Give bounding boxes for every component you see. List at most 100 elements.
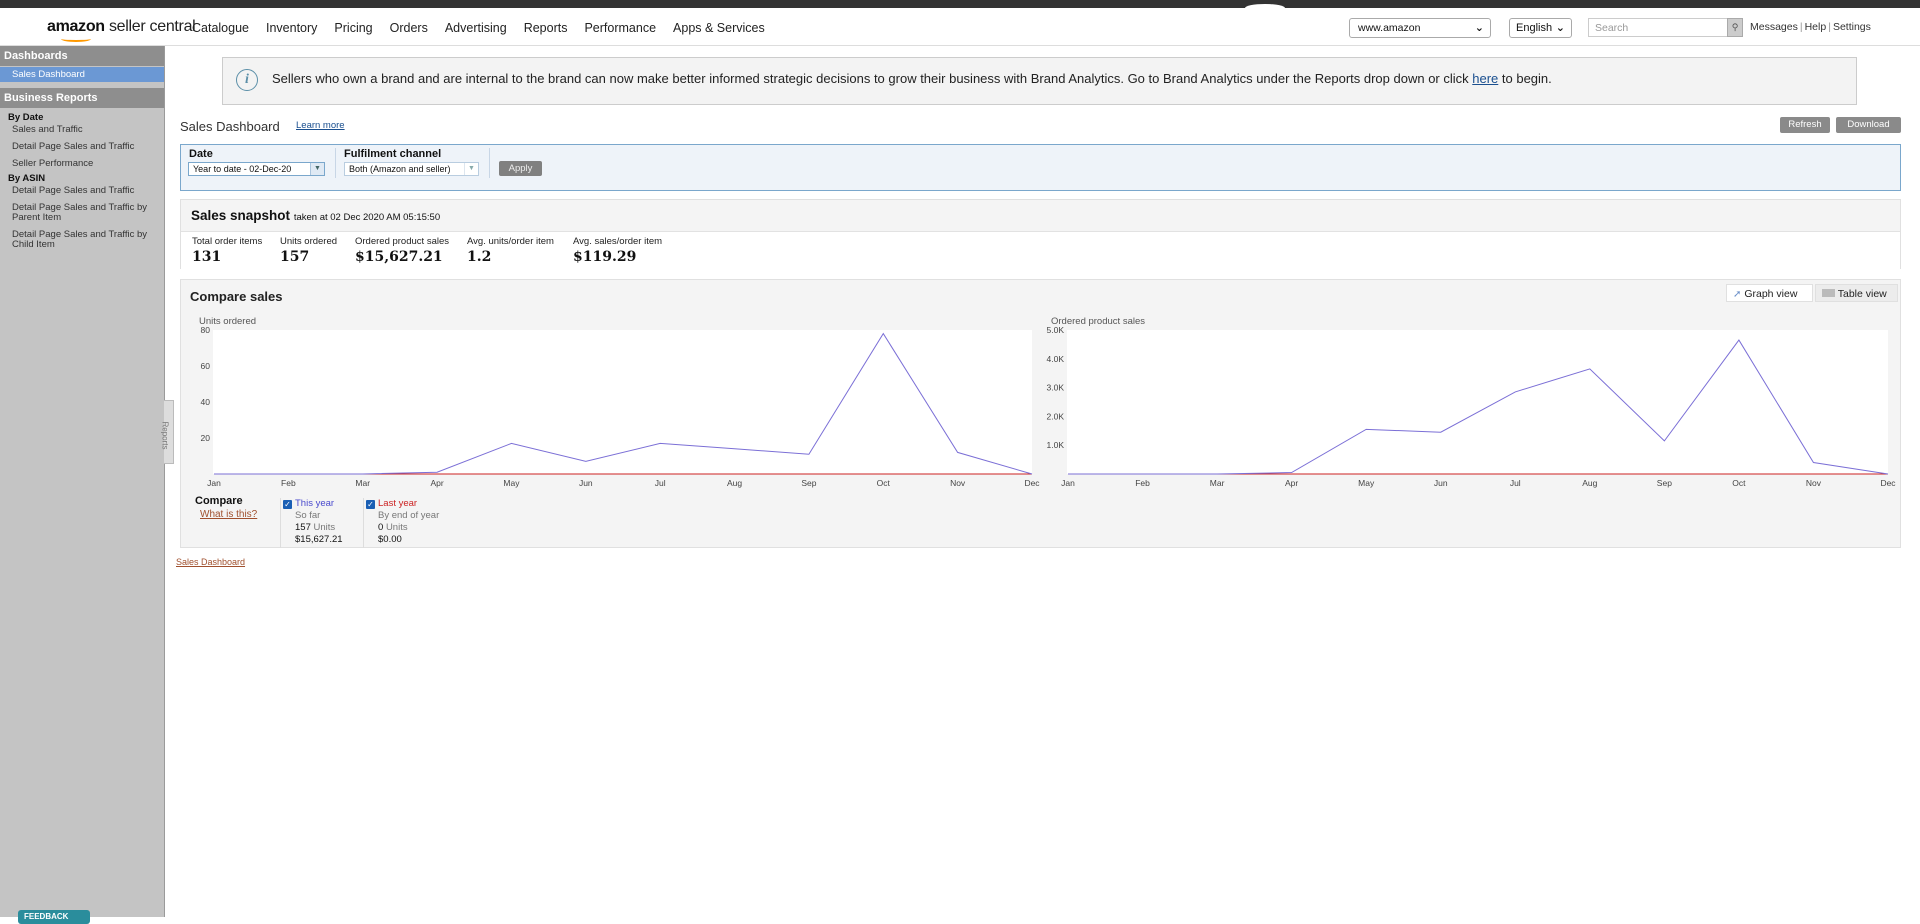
x-tick-label: Dec <box>1880 478 1896 488</box>
this-year-checkbox[interactable]: ✓ <box>283 500 292 509</box>
x-tick-label: Jul <box>655 478 666 488</box>
language-select[interactable]: English ⌄ <box>1509 18 1572 38</box>
sidebar-item-asin-child-item[interactable]: Detail Page Sales and Traffic by Child I… <box>0 228 164 252</box>
feedback-button[interactable]: FEEDBACK <box>18 910 90 924</box>
separator: | <box>1799 21 1803 33</box>
footer-sales-dashboard-link[interactable]: Sales Dashboard <box>176 557 245 567</box>
sidebar-item-detail-page-sales-traffic[interactable]: Detail Page Sales and Traffic <box>0 140 164 154</box>
x-tick-label: Feb <box>281 478 296 488</box>
date-value: Year to date - 02-Dec-20 <box>193 164 292 174</box>
sidebar-item-sales-and-traffic[interactable]: Sales and Traffic <box>0 123 164 137</box>
snapshot-title-text: Sales snapshot <box>191 208 291 223</box>
this-year-label: This year <box>295 498 335 509</box>
last-year-units: 0 Units <box>366 522 439 534</box>
metric-value: 157 <box>280 249 310 265</box>
x-tick-label: Aug <box>1582 478 1597 488</box>
sidebar-dashboards-heading: Dashboards <box>0 46 164 66</box>
channel-value: Both (Amazon and seller) <box>349 164 451 174</box>
x-tick-label: Mar <box>1210 478 1225 488</box>
what-is-this-link[interactable]: What is this? <box>200 509 257 520</box>
x-tick-label: Jan <box>207 478 221 488</box>
sidebar-by-date-heading: By Date <box>8 112 44 123</box>
x-tick-label: Jul <box>1510 478 1521 488</box>
snapshot-title: Sales snapshot taken at 02 Dec 2020 AM 0… <box>191 208 440 223</box>
x-tick-label: Nov <box>950 478 966 488</box>
sidebar-collapse-tab[interactable]: Reports <box>161 400 174 464</box>
x-tick-label: Jun <box>579 478 593 488</box>
page-title: Sales Dashboard <box>180 119 280 134</box>
amazon-seller-central-logo[interactable]: amazon seller central <box>47 18 196 42</box>
nav-performance[interactable]: Performance <box>584 21 656 35</box>
y-tick-label: 4.0K <box>1047 354 1065 364</box>
sidebar-item-asin-parent-item[interactable]: Detail Page Sales and Traffic by Parent … <box>0 201 164 225</box>
channel-select[interactable]: Both (Amazon and seller) ▼ <box>344 162 479 176</box>
x-tick-label: Apr <box>430 478 443 488</box>
nav-orders[interactable]: Orders <box>390 21 428 35</box>
brand-analytics-banner: i Sellers who own a brand and are intern… <box>222 57 1857 105</box>
this-year-units-label: Units <box>313 522 336 533</box>
apply-button[interactable]: Apply <box>499 161 542 176</box>
x-tick-label: May <box>1358 478 1375 488</box>
last-year-units-label: Units <box>385 522 408 533</box>
nav-reports[interactable]: Reports <box>524 21 568 35</box>
sidebar-item-seller-performance[interactable]: Seller Performance <box>0 157 164 171</box>
learn-more-link[interactable]: Learn more <box>296 120 345 131</box>
metric-value: 1.2 <box>467 249 492 265</box>
download-button[interactable]: Download <box>1836 117 1901 133</box>
logo-brand: amazon <box>47 18 105 35</box>
filter-divider <box>335 148 336 178</box>
metric-label: Units ordered <box>280 236 338 247</box>
top-strip <box>0 0 1920 12</box>
compare-sales-panel: Compare sales ➚ Graph view Table view Un… <box>180 279 1901 548</box>
sales-plot-area <box>1067 330 1888 474</box>
nav-inventory[interactable]: Inventory <box>266 21 317 35</box>
refresh-button[interactable]: Refresh <box>1780 117 1830 133</box>
y-tick-label: 60 <box>201 361 211 371</box>
nav-advertising[interactable]: Advertising <box>445 21 507 35</box>
sidebar-item-sales-dashboard[interactable]: Sales Dashboard <box>0 67 164 82</box>
date-label: Date <box>189 148 213 160</box>
x-tick-label: Dec <box>1024 478 1040 488</box>
dropdown-arrow-icon: ▼ <box>310 163 324 175</box>
help-link[interactable]: Help <box>1805 21 1827 33</box>
sales-axis-title: Ordered product sales <box>1051 316 1145 327</box>
separator: | <box>1828 21 1831 33</box>
y-tick-label: 40 <box>201 397 211 407</box>
header: amazon seller central Catalogue Inventor… <box>0 8 1920 46</box>
date-select[interactable]: Year to date - 02-Dec-20 ▼ <box>188 162 325 176</box>
this-year-subtitle: So far <box>295 510 321 521</box>
last-year-units-value: 0 <box>378 522 384 533</box>
banner-here-link[interactable]: here <box>1472 71 1498 86</box>
logo-product: seller central <box>108 18 196 35</box>
y-tick-label: 3.0K <box>1047 383 1065 393</box>
last-year-row: ✓ Last year <box>366 498 439 510</box>
x-tick-label: Sep <box>801 478 816 488</box>
metric-label: Ordered product sales <box>355 236 449 247</box>
sidebar: Dashboards Sales Dashboard Business Repo… <box>0 46 165 917</box>
search-button[interactable]: ⚲ <box>1727 18 1743 37</box>
legend-last-year: ✓ Last year By end of year 0 Units $0.00 <box>366 498 439 546</box>
legend-divider <box>363 498 364 548</box>
nav-pricing[interactable]: Pricing <box>334 21 372 35</box>
x-tick-label: Sep <box>1657 478 1672 488</box>
smile-logo-icon <box>61 36 91 42</box>
marketplace-select[interactable]: www.amazon ⌄ <box>1349 18 1491 38</box>
nav-catalogue[interactable]: Catalogue <box>192 21 249 35</box>
messages-link[interactable]: Messages <box>1750 21 1798 33</box>
last-year-checkbox[interactable]: ✓ <box>366 500 375 509</box>
x-tick-label: Oct <box>877 478 891 488</box>
metric-value: 131 <box>192 249 222 265</box>
info-icon: i <box>236 69 258 91</box>
metric-value: $119.29 <box>573 249 637 265</box>
metric-label: Total order items <box>192 236 263 247</box>
sidebar-item-asin-detail-page[interactable]: Detail Page Sales and Traffic <box>0 184 164 198</box>
y-tick-label: 20 <box>201 433 211 443</box>
nav-apps-services[interactable]: Apps & Services <box>673 21 765 35</box>
search-input[interactable]: Search <box>1588 18 1728 37</box>
last-year-sales: $0.00 <box>378 534 402 545</box>
settings-link[interactable]: Settings <box>1833 21 1871 33</box>
legend-this-year: ✓ This year So far 157 Units $15,627.21 <box>283 498 343 546</box>
compare-label: Compare <box>195 495 243 507</box>
sidebar-by-asin-heading: By ASIN <box>8 173 46 184</box>
metric-label: Avg. sales/order item <box>573 236 663 247</box>
